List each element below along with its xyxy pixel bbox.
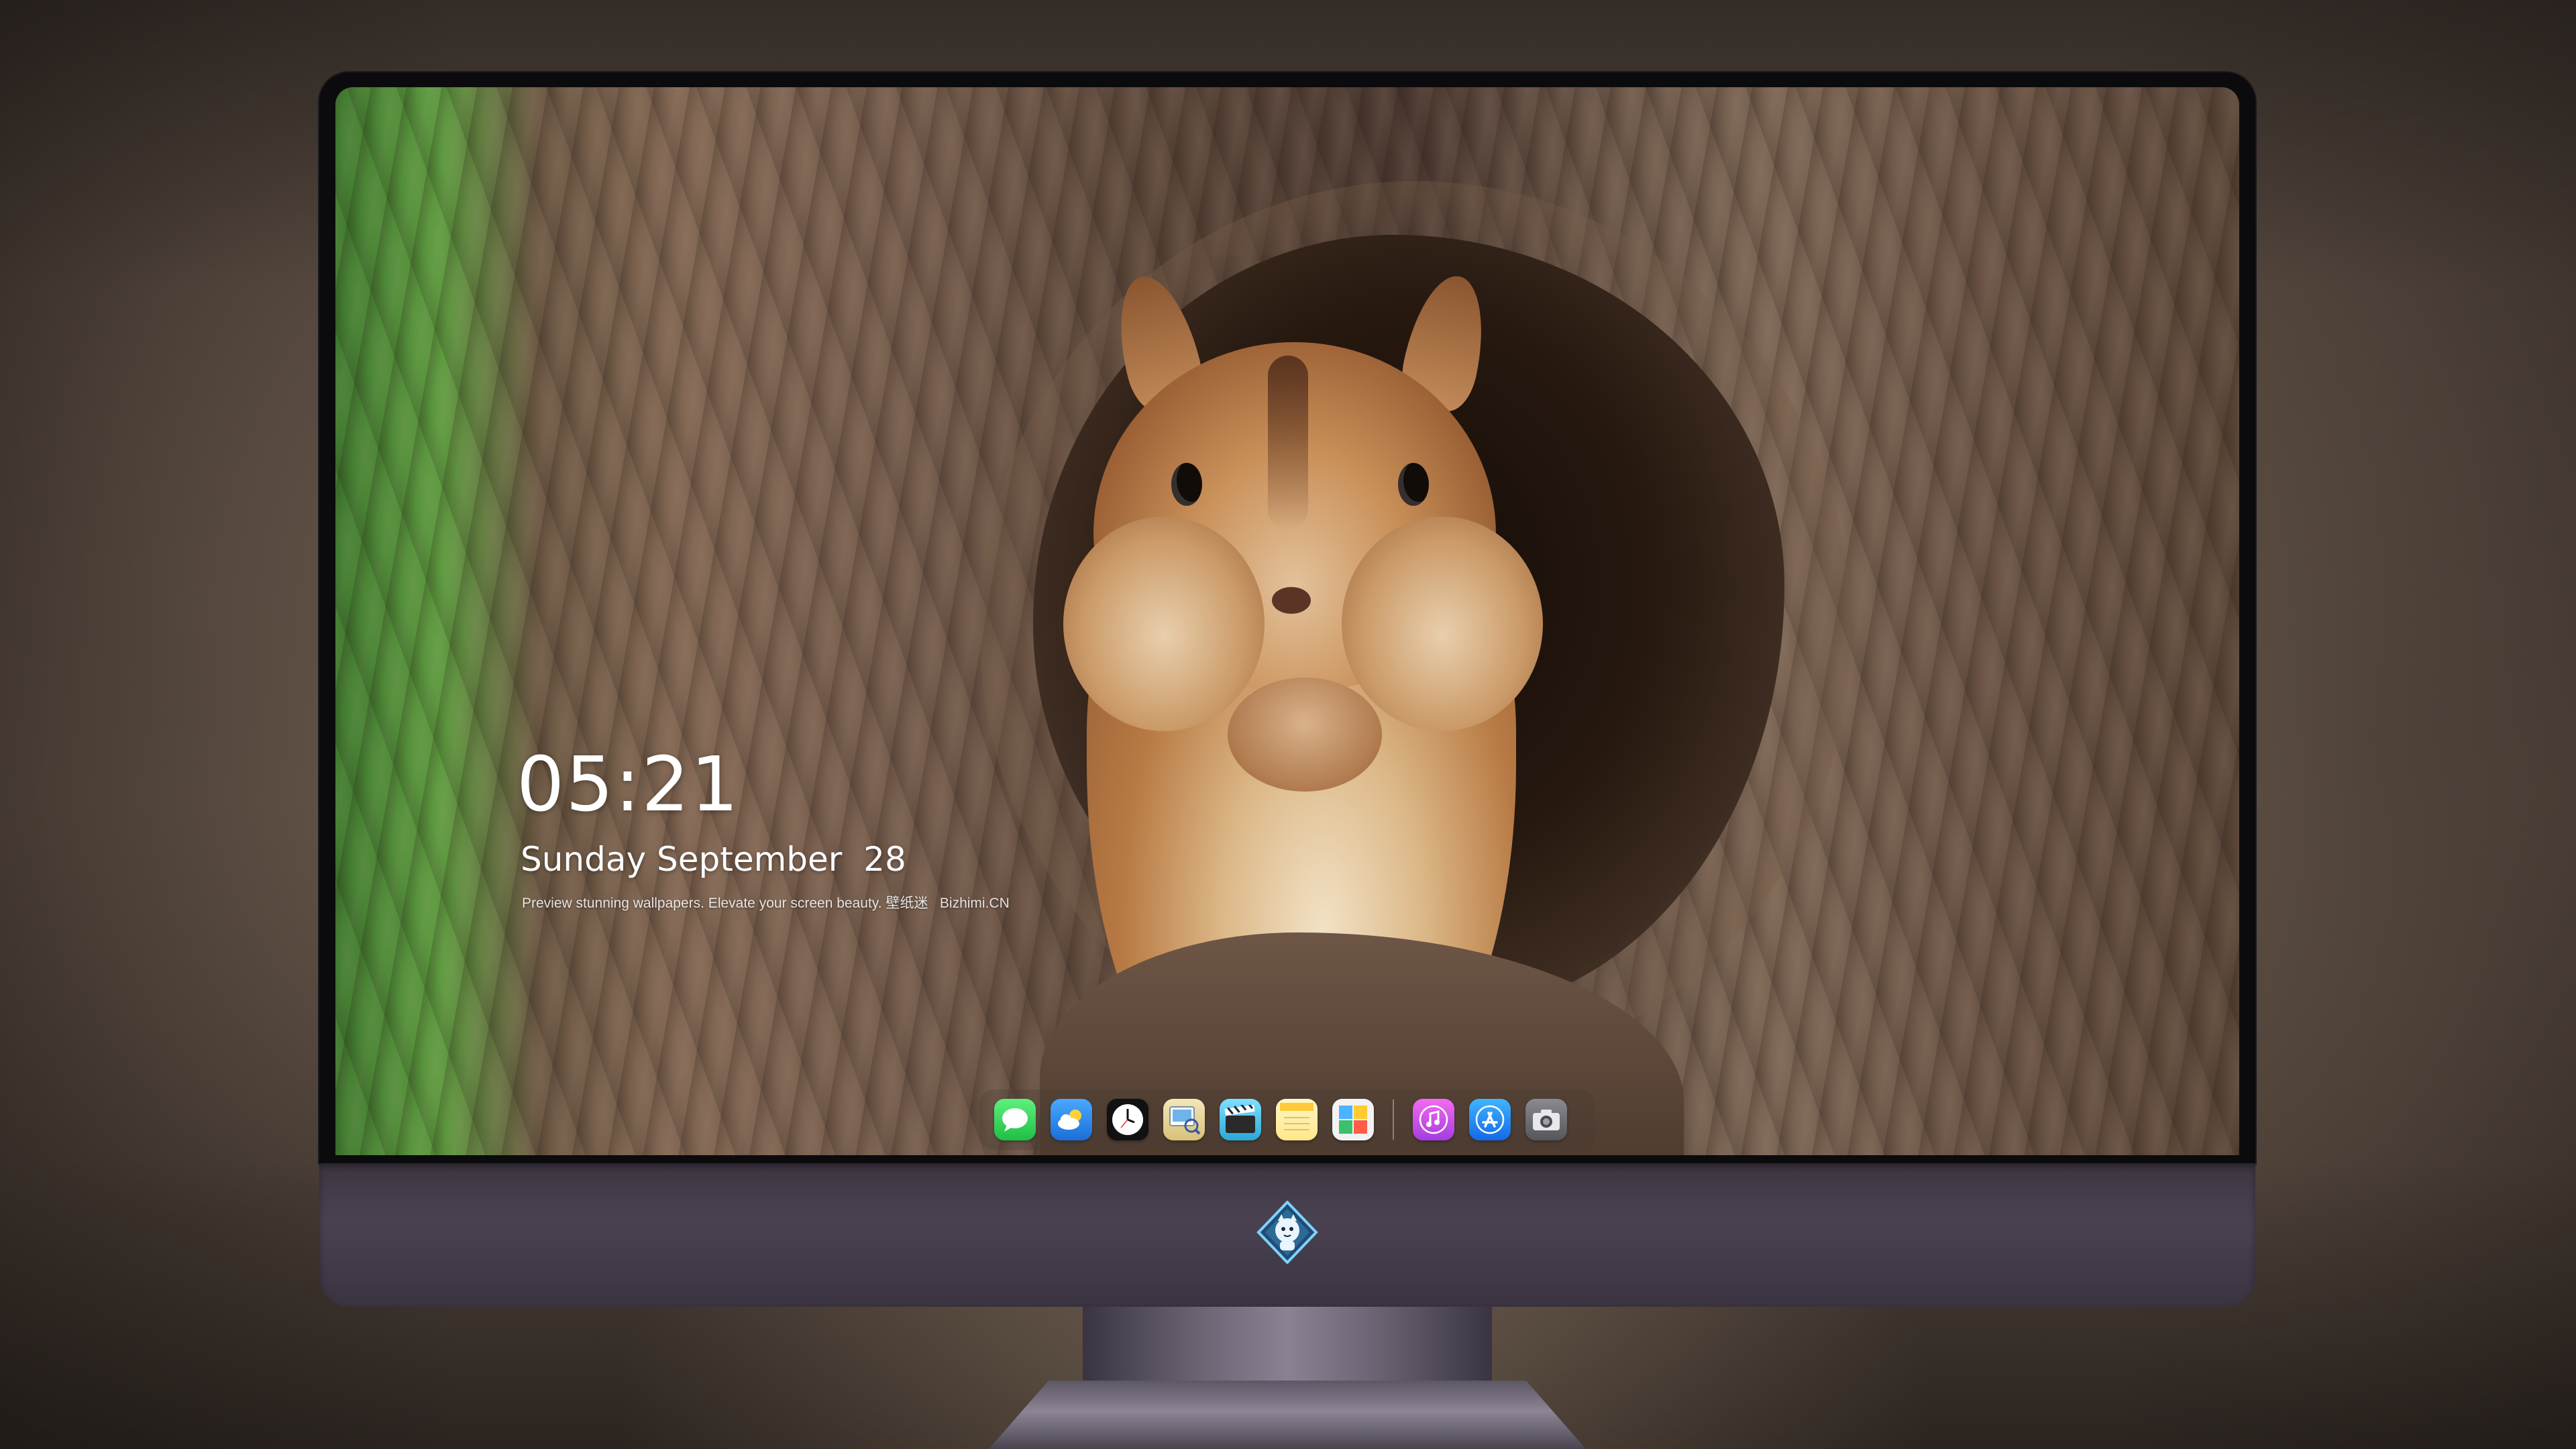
dock-separator bbox=[1393, 1099, 1394, 1140]
music-icon[interactable] bbox=[1413, 1099, 1454, 1140]
wallpaper-chipmunk-stripe bbox=[1268, 356, 1308, 530]
wallpaper-chipmunk-paws bbox=[1228, 678, 1382, 792]
dock bbox=[979, 1089, 1595, 1150]
notes-icon[interactable] bbox=[1276, 1099, 1318, 1140]
app-store-icon[interactable] bbox=[1469, 1099, 1511, 1140]
monitor-stand-neck bbox=[1083, 1307, 1492, 1381]
wallpaper-chipmunk-cheek bbox=[1063, 517, 1265, 731]
monitor-stand-base bbox=[989, 1381, 1586, 1449]
wallpaper-chipmunk-eye bbox=[1398, 463, 1429, 506]
photo-booth-icon[interactable] bbox=[1332, 1099, 1374, 1140]
clock-time: 05:21 bbox=[517, 741, 740, 828]
clock-icon[interactable] bbox=[1107, 1099, 1148, 1140]
wallpaper-chipmunk-eye bbox=[1171, 463, 1202, 506]
brand-logo-icon bbox=[1256, 1200, 1319, 1265]
wallpaper-chipmunk-cheek bbox=[1342, 517, 1543, 731]
weather-icon[interactable] bbox=[1051, 1099, 1092, 1140]
desktop-screen: 05:21 Sunday September 28 Preview stunni… bbox=[335, 87, 2239, 1155]
wallpaper-chipmunk-nose bbox=[1272, 587, 1311, 614]
wallpaper-caption: Preview stunning wallpapers. Elevate you… bbox=[522, 896, 1010, 911]
camera-icon[interactable] bbox=[1525, 1099, 1567, 1140]
clock-date: Sunday September 28 bbox=[521, 840, 906, 879]
messages-icon[interactable] bbox=[994, 1099, 1036, 1140]
preview-icon[interactable] bbox=[1163, 1099, 1205, 1140]
clapperboard-icon[interactable] bbox=[1220, 1099, 1261, 1140]
monitor-bezel: 05:21 Sunday September 28 Preview stunni… bbox=[319, 72, 2255, 1163]
monitor: 05:21 Sunday September 28 Preview stunni… bbox=[319, 72, 2255, 1381]
